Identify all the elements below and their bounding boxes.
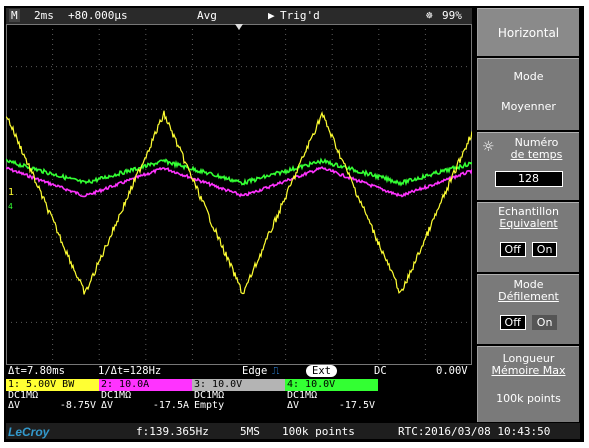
horizontal-title-button[interactable]: Horizontal: [477, 8, 579, 56]
channel-2-delta-value: -17.5A: [152, 400, 189, 411]
channel-4-readout[interactable]: 4: 10.0V DC1MΩ ΔV -17.5V: [285, 379, 378, 423]
battery-icon: ☸: [426, 9, 433, 22]
channel-1-delta-value: -8.75V: [59, 400, 96, 411]
channel-4-delta-label: ΔV: [287, 400, 300, 411]
trigger-type: Edge: [242, 365, 268, 377]
echantillon-off-option[interactable]: Off: [499, 242, 526, 257]
battery-level: 99%: [442, 9, 462, 22]
channel-1-marker: 1: [8, 187, 14, 198]
frequency-readout: f:139.365Hz: [136, 425, 209, 438]
measure-mode-icon: M: [9, 9, 20, 22]
info-bar: LeCroy f:139.365Hz 5MS 100k points RTC:2…: [6, 423, 580, 439]
channel-2-delta-label: ΔV: [101, 400, 114, 411]
trigger-delay-value: +80.000µs: [68, 9, 128, 22]
channel-2-readout[interactable]: 2: 10.0A DC1MΩ ΔV -17.5A: [99, 379, 192, 423]
waveform-display[interactable]: 14: [6, 24, 472, 365]
numero-temps-button[interactable]: ☼ Numéro de temps 128: [477, 132, 579, 200]
inverse-delta-t-readout: 1/Δt=128Hz: [98, 365, 162, 377]
channel-4-marker: 4: [8, 202, 13, 211]
timebase-value: 2ms: [34, 9, 54, 22]
channel-1-delta-label: ΔV: [8, 400, 21, 411]
echantillon-on-option[interactable]: On: [531, 242, 558, 257]
status-bar: M 2ms +80.000µs Avg ▶ Trig'd ☸ 99%: [6, 8, 472, 24]
channel-1-trace: [6, 110, 472, 295]
defilement-button[interactable]: Mode Défilement Off On: [477, 274, 579, 344]
delta-t-readout: Δt=7.80ms: [8, 365, 65, 377]
play-icon: ▶: [268, 9, 275, 22]
defilement-on-option[interactable]: On: [531, 315, 558, 330]
trigger-level: 0.00V: [436, 365, 468, 377]
lecroy-logo: LeCroy: [8, 425, 50, 439]
echantillon-button[interactable]: Echantillon Equivalent Off On: [477, 202, 579, 272]
cursor-readout-bar: Δt=7.80ms 1/Δt=128Hz Edge ⎍ Ext DC 0.00V: [6, 365, 472, 379]
rising-edge-icon: ⎍: [272, 365, 280, 377]
knob-icon: ☼: [482, 139, 495, 155]
sample-rate: 5MS: [240, 425, 260, 438]
defilement-off-option[interactable]: Off: [499, 315, 526, 330]
mode-button[interactable]: Mode Moyenner: [477, 58, 579, 130]
longueur-memoire-button[interactable]: Longueur Mémoire Max 100k points: [477, 346, 579, 422]
channel-1-delta: ΔV -8.75V: [6, 401, 99, 411]
trigger-source: Ext: [306, 365, 337, 377]
trigger-status: Trig'd: [280, 9, 320, 22]
horizontal-menu-panel: Horizontal Mode Moyenner ☼ Numéro de tem…: [476, 8, 580, 423]
channel-3-delta-label: Empty: [194, 400, 225, 411]
channel-1-readout[interactable]: 1: 5.00V BW DC1MΩ ΔV -8.75V: [6, 379, 99, 423]
trigger-position-marker: [235, 24, 243, 30]
record-length: 100k points: [282, 425, 355, 438]
channel-3-readout[interactable]: 3: 10.0V DC1MΩ Empty: [192, 379, 285, 423]
channel-4-delta: ΔV -17.5V: [285, 401, 378, 411]
numero-temps-value[interactable]: 128: [494, 171, 563, 187]
channel-2-delta: ΔV -17.5A: [99, 401, 192, 411]
acquisition-mode: Avg: [197, 9, 217, 22]
channel-4-trace: [6, 157, 472, 187]
channel-3-delta: Empty: [192, 401, 285, 411]
channel-4-delta-value: -17.5V: [338, 400, 375, 411]
trigger-coupling: DC: [374, 365, 387, 377]
rtc-clock: RTC:2016/03/08 10:43:50: [398, 425, 551, 438]
waveform-plot: 14: [6, 24, 472, 365]
